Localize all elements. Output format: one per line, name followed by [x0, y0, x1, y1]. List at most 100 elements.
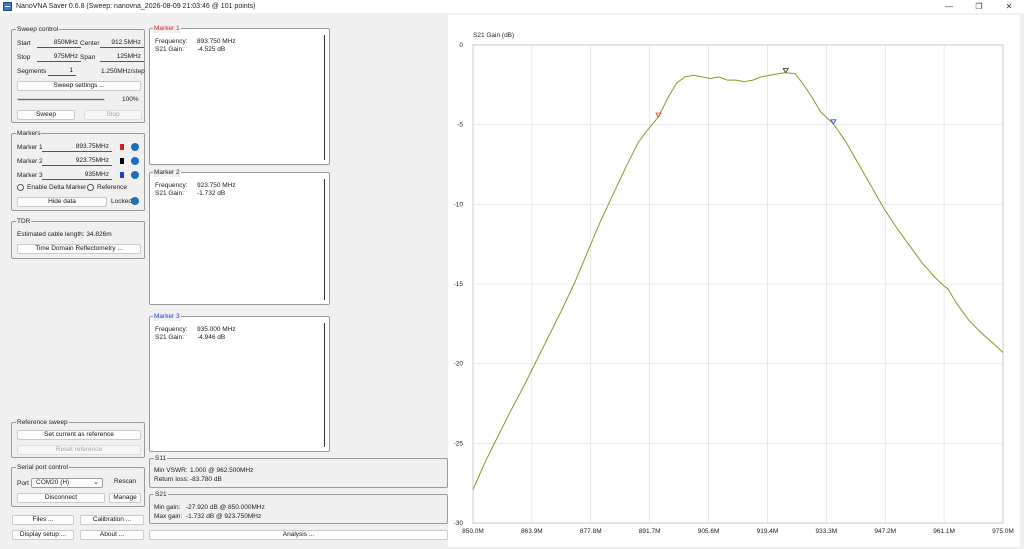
marker-2-gain-label: S21 Gain: [155, 190, 184, 197]
markers-group: Markers Marker 1 893.75MHz Marker 2 923.… [11, 129, 145, 211]
chevron-down-icon: ⌄ [93, 479, 99, 486]
marker-2-frequency-label: Frequency: [155, 182, 188, 189]
marker-2-toggle-icon[interactable] [131, 157, 139, 165]
x-tick-label: 933.3M [815, 528, 837, 535]
port-select-value: COM20 (H) [36, 479, 70, 486]
x-tick-label: 905.6M [698, 528, 720, 535]
marker-2-input[interactable]: 923.75MHz [42, 157, 112, 166]
port-select[interactable]: COM20 (H) ⌄ [31, 478, 103, 488]
title-bar: NanoVNA Saver 0.6.8 (Sweep: nanovna_2026… [0, 0, 1024, 13]
s21-max-gain-value: -1.732 dB @ 923.750MHz [186, 513, 262, 520]
x-tick-label: 947.2M [874, 528, 896, 535]
cable-length-text: Estimated cable length: 34.826m [17, 231, 112, 238]
port-label: Port [17, 480, 29, 487]
marker-3-panel-title: Marker 3 [153, 312, 181, 321]
marker-2-panel: Marker 2 Frequency: 923.750 MHz S21 Gain… [149, 168, 330, 305]
marker-3-toggle-icon[interactable] [131, 171, 139, 179]
marker-3-input[interactable]: 935MHz [42, 171, 112, 180]
s21-gain-chart[interactable]: S21 Gain (dB) 0-5-10-15-20-25-30 850.0M 8… [448, 15, 1020, 547]
chart-y-ticks: 0 -5 -10 -15 -20 -25 -30 [454, 42, 464, 527]
markers-title: Markers [16, 129, 42, 138]
x-tick-label: 863.9M [521, 528, 543, 535]
analysis-button[interactable]: Analysis ... [149, 530, 448, 540]
disconnect-button[interactable]: Disconnect [17, 493, 105, 503]
s11-title: S11 [154, 454, 168, 463]
span-input[interactable]: 125MHz [100, 53, 144, 62]
stop-label: Stop [17, 54, 31, 61]
set-reference-button[interactable]: Set current as reference [17, 430, 141, 440]
s21-title: S21 [154, 490, 168, 499]
sweep-progress-fill [18, 99, 104, 100]
chart-series [472, 72, 1004, 490]
marker-2-label: Marker 2 [17, 158, 43, 165]
marker-1-color-swatch[interactable] [120, 144, 124, 150]
y-tick-label: -10 [454, 201, 464, 208]
marker-1-panel-divider [324, 35, 325, 160]
calibration-button[interactable]: Calibration ... [80, 515, 144, 525]
serial-port-group: Serial port control Port COM20 (H) ⌄ Res… [11, 463, 145, 507]
maximize-icon[interactable]: ❐ [964, 0, 994, 13]
tdr-button[interactable]: Time Domain Reflectometry ... [17, 244, 141, 254]
x-tick-label: 891.7M [639, 528, 661, 535]
minimize-icon[interactable]: — [934, 0, 964, 13]
marker-1-frequency-value: 893.750 MHz [197, 38, 236, 45]
stop-input[interactable]: 975MHz [37, 53, 81, 62]
start-label: Start [17, 40, 31, 47]
marker-1-input[interactable]: 893.75MHz [42, 143, 112, 152]
marker-2-frequency-value: 923.750 MHz [197, 182, 236, 189]
sweep-settings-button[interactable]: Sweep settings ... [17, 81, 141, 91]
reference-checkbox[interactable] [87, 184, 94, 191]
stop-button[interactable]: Stop [84, 110, 142, 120]
s11-group: S11 Min VSWR: 1.000 @ 962.500MHz Return … [149, 454, 448, 488]
segments-input[interactable]: 1 [48, 67, 76, 76]
marker-2-panel-divider [324, 179, 325, 300]
segments-label: Segments [17, 68, 47, 75]
span-label: Span [80, 54, 96, 61]
x-tick-label: 975.0M [992, 528, 1014, 535]
window-controls: — ❐ ✕ [934, 0, 1024, 13]
s21-group: S21 Min gain: -27.920 dB @ 850.000MHz Ma… [149, 490, 448, 524]
marker-triangle [830, 119, 837, 125]
s21-max-gain-label: Max gain: [154, 513, 183, 520]
hide-data-button[interactable]: Hide data [17, 197, 107, 207]
x-tick-label: 877.8M [580, 528, 602, 535]
rescan-button[interactable]: Rescan [109, 478, 141, 488]
marker-3-gain-label: S21 Gain: [155, 334, 184, 341]
close-icon[interactable]: ✕ [994, 0, 1024, 13]
chart-markers [655, 68, 837, 125]
start-input[interactable]: 850MHz [37, 39, 81, 48]
y-tick-label: -5 [457, 122, 463, 129]
s11-return-loss-label: Return loss: [154, 476, 189, 483]
reference-label: Reference [97, 184, 127, 191]
marker-triangle [655, 112, 662, 118]
marker-3-panel: Marker 3 Frequency: 935.000 MHz S21 Gain… [149, 312, 330, 452]
delta-marker-label: Enable Delta Marker [27, 184, 87, 191]
center-label: Center [80, 40, 100, 47]
marker-3-color-swatch[interactable] [120, 172, 124, 178]
manage-button[interactable]: Manage [109, 493, 141, 503]
about-button[interactable]: About ... [80, 530, 144, 540]
y-tick-label: -30 [454, 520, 464, 527]
files-button[interactable]: Files ... [12, 515, 74, 525]
marker-1-gain-label: S21 Gain: [155, 46, 184, 53]
marker-2-gain-value: -1.732 dB [197, 190, 226, 197]
marker-1-toggle-icon[interactable] [131, 143, 139, 151]
series-line [472, 72, 1004, 490]
marker-1-gain-value: -4.525 dB [197, 46, 226, 53]
y-tick-label: 0 [459, 42, 463, 49]
x-tick-label: 961.1M [933, 528, 955, 535]
s11-return-loss-value: -83.780 dB [190, 476, 222, 483]
delta-marker-checkbox[interactable] [17, 184, 24, 191]
locked-toggle-icon[interactable] [131, 197, 139, 205]
marker-2-color-swatch[interactable] [120, 158, 124, 164]
chart-grid [472, 44, 1004, 524]
reference-sweep-title: Reference sweep [16, 418, 69, 427]
tdr-title: TDR [16, 217, 32, 226]
step-text: 1.250MHz/step [101, 68, 145, 75]
reset-reference-button[interactable]: Reset reference [17, 445, 141, 455]
sweep-button[interactable]: Sweep [17, 110, 75, 120]
sweep-control-group: Sweep control Start 850MHz Center 912.5M… [11, 25, 145, 123]
display-setup-button[interactable]: Display setup ... [12, 530, 74, 540]
center-input[interactable]: 912.5MHz [100, 39, 144, 48]
marker-3-gain-value: -4.946 dB [197, 334, 226, 341]
